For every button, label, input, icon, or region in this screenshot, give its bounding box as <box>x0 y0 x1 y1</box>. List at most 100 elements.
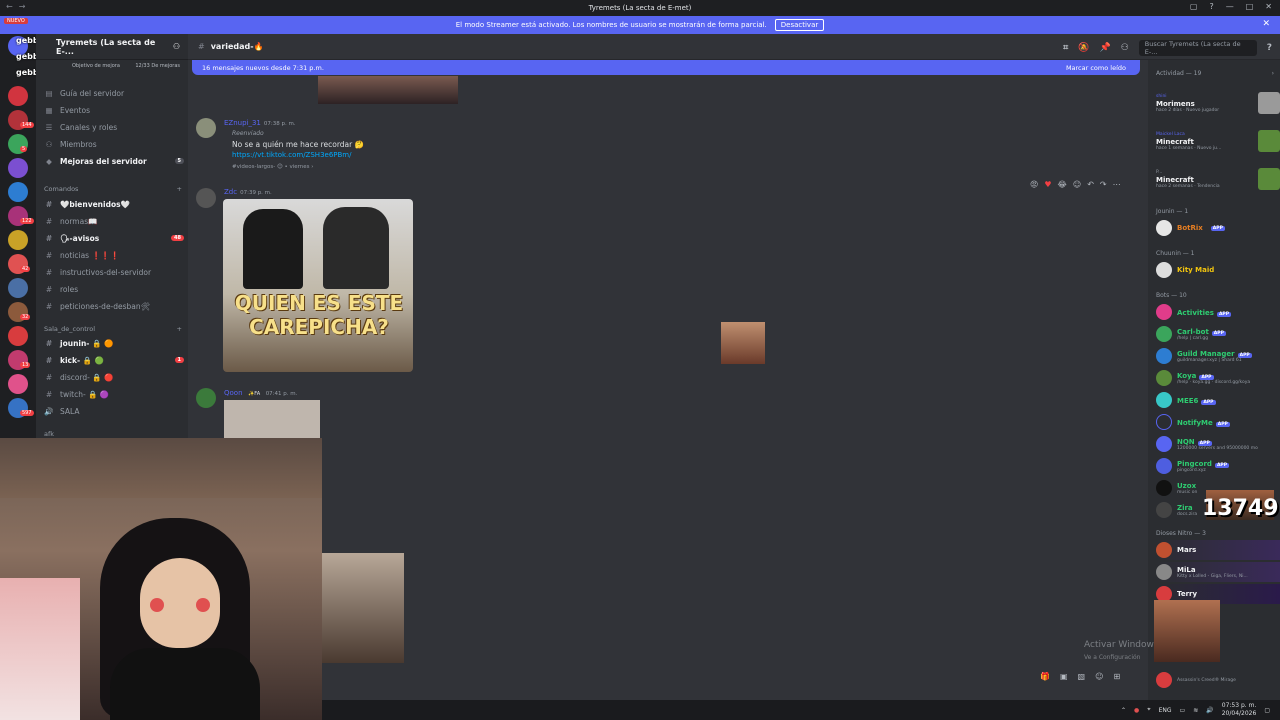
reply-icon[interactable]: ↶ <box>1087 180 1094 189</box>
location-icon[interactable]: ⌖ <box>1147 706 1150 714</box>
help-icon[interactable]: ? <box>1209 2 1213 11</box>
attachment-image[interactable] <box>318 76 458 104</box>
member-item[interactable]: MEE6 APP <box>1156 390 1280 410</box>
channel-item[interactable]: # 🗣-avisos 48 <box>44 230 184 246</box>
threads-icon[interactable]: ⌗ <box>1063 43 1068 53</box>
tray-app-icon[interactable]: ● <box>1134 707 1139 714</box>
reaction-icon[interactable]: 😡 <box>1030 180 1038 189</box>
tray-chevron-icon[interactable]: ⌃ <box>1121 707 1126 714</box>
avatar[interactable] <box>196 118 216 138</box>
server-icon[interactable] <box>8 374 28 394</box>
server-header[interactable]: Tyremets (La secta de E-... ⚇ <box>36 34 188 60</box>
add-channel-icon[interactable]: + <box>177 325 182 333</box>
server-icon[interactable] <box>8 278 28 298</box>
member-item[interactable]: Pingcord APP pingcord.xyz <box>1156 456 1280 476</box>
emoji-icon[interactable]: ☺ <box>1095 672 1103 681</box>
member-item[interactable]: BotRix APP <box>1156 218 1280 238</box>
member-item[interactable]: NotifyMe APP <box>1156 412 1280 432</box>
nav-arrows-icon[interactable]: ←→ <box>6 2 31 11</box>
hash-icon: # <box>45 301 53 311</box>
username[interactable]: Zdc <box>224 188 237 196</box>
wifi-icon[interactable]: ≋ <box>1193 707 1198 714</box>
channels-roles-item[interactable]: ☰ Canales y roles <box>44 119 184 135</box>
deactivate-button[interactable]: Desactivar <box>774 19 825 31</box>
channel-item[interactable]: # 🤍bienvenidos🤍 <box>44 196 184 212</box>
minimize-button[interactable]: — <box>1226 2 1234 11</box>
close-window-button[interactable]: ✕ <box>1265 2 1272 11</box>
image-caption: QUIEN ES ESTE CAREPICHA? <box>234 291 404 339</box>
attachment-image[interactable] <box>224 400 320 438</box>
attachment-image[interactable]: QUIEN ES ESTE CAREPICHA? <box>223 199 413 372</box>
inbox-icon[interactable]: ▢ <box>1190 2 1198 11</box>
member-item[interactable]: NQN APP 1200000 servers and 95000000 mo <box>1156 434 1280 454</box>
apps-icon[interactable]: ⊞ <box>1113 672 1120 681</box>
channel-item[interactable]: # jounin- 🔒 🟠 <box>44 335 184 351</box>
add-reaction-icon[interactable]: ☺ <box>1073 180 1081 189</box>
username[interactable]: Qoon <box>224 389 243 397</box>
language-indicator[interactable]: ENG <box>1159 707 1172 714</box>
server-icon[interactable] <box>8 182 28 202</box>
server-icon[interactable] <box>8 158 28 178</box>
member-item[interactable]: Mars <box>1156 540 1280 560</box>
member-item[interactable]: Kity Maid <box>1156 260 1280 280</box>
channel-item[interactable]: # discord- 🔒 🔴 <box>44 369 184 385</box>
message-link[interactable]: https://vt.tiktok.com/ZSH3e6PBm/ <box>232 151 364 159</box>
volume-icon[interactable]: 🔊 <box>1206 707 1213 714</box>
mark-as-read-button[interactable]: Marcar como leído <box>1066 64 1126 72</box>
channel-item[interactable]: # twitch- 🔒 🟣 <box>44 386 184 402</box>
avatar <box>1156 436 1172 452</box>
channel-item[interactable]: # noticias ❗❗❗ <box>44 247 184 263</box>
server-icon[interactable] <box>8 86 28 106</box>
channel-item[interactable]: # roles <box>44 281 184 297</box>
avatar[interactable] <box>196 188 216 208</box>
notification-icon[interactable]: ▢ <box>1264 707 1270 714</box>
clock[interactable]: 07:53 p. m. 20/04/2026 <box>1222 702 1257 718</box>
add-channel-icon[interactable]: + <box>177 185 182 193</box>
boost-progress[interactable]: Objetivo de mejora 12/33 De mejoras <box>36 60 188 72</box>
help-icon[interactable]: ? <box>1267 43 1272 53</box>
username[interactable]: EZnupi_31 <box>224 119 261 127</box>
member-item[interactable]: Koya APP/help · koya.gg · discord.gg/koya <box>1156 368 1280 388</box>
more-icon[interactable]: ⋯ <box>1113 180 1121 189</box>
voice-channel-item[interactable]: 🔊 SALA <box>44 403 184 419</box>
maximize-button[interactable]: □ <box>1246 2 1254 11</box>
member-item[interactable]: MiLa Kitty x Lolled - Giga, Fliers, Ni... <box>1156 562 1280 582</box>
activity-item[interactable]: shini Morimens hace 2 días · Nuevo jugad… <box>1156 90 1280 116</box>
channel-item[interactable]: # kick- 🔒 🟢 1 <box>44 352 184 368</box>
server-guide-item[interactable]: ▤ Guía del servidor <box>44 85 184 101</box>
channel-item[interactable]: # peticiones-de-desban🛠 <box>44 298 184 314</box>
server-icon[interactable] <box>8 230 28 250</box>
activity-item[interactable]: P... Minecraft hace 2 semanas · Tendenci… <box>1156 166 1280 192</box>
channel-item[interactable]: # normas📖 <box>44 213 184 229</box>
forward-source[interactable]: #videos-largos- 😊 • viernes › <box>232 164 364 170</box>
channel-item[interactable]: # instructivos-del-servidor <box>44 264 184 280</box>
forward-icon[interactable]: ↷ <box>1100 180 1107 189</box>
avatar[interactable] <box>196 388 216 408</box>
member-list-icon[interactable]: ⚇ <box>1121 43 1129 53</box>
search-input[interactable]: Buscar Tyremets (La secta de E-... <box>1138 40 1257 56</box>
activity-item[interactable]: Maickel Laca Minecraft hace 1 semanas · … <box>1156 128 1280 154</box>
category-comandos[interactable]: Comandos + <box>44 185 182 193</box>
category-afk[interactable]: afk <box>44 430 182 438</box>
gift-icon[interactable]: 🎁 <box>1040 672 1050 681</box>
member-item[interactable]: Activities APP <box>1156 302 1280 322</box>
gif-icon[interactable]: ▣ <box>1060 672 1068 681</box>
server-icon[interactable] <box>8 326 28 346</box>
server-boosts-item[interactable]: ◆ Mejoras del servidor 5 <box>44 153 184 169</box>
close-icon[interactable]: ✕ <box>1262 19 1270 29</box>
sticker-icon[interactable]: ▧ <box>1078 672 1086 681</box>
add-member-icon[interactable]: ⚇ <box>173 42 180 51</box>
member-item[interactable]: Guild Manager APP guildmanager.xyz | Shard… <box>1156 346 1280 366</box>
category-sala[interactable]: Sala_de_control + <box>44 325 182 333</box>
member-name: Terry <box>1177 590 1198 598</box>
new-messages-bar[interactable]: 16 mensajes nuevos desde 7:31 p.m. Marca… <box>192 60 1140 75</box>
reaction-icon[interactable]: 😂 <box>1058 180 1067 189</box>
member-item[interactable]: Carl-bot APP/help | carl.gg <box>1156 324 1280 344</box>
mute-icon[interactable]: 🔕 <box>1078 43 1089 53</box>
members-item[interactable]: ⚇ Miembros <box>44 136 184 152</box>
heart-icon[interactable]: ♥ <box>1044 180 1051 189</box>
monitor-icon[interactable]: ▭ <box>1180 707 1186 714</box>
pin-icon[interactable]: 📌 <box>1099 43 1110 53</box>
events-item[interactable]: ▦ Eventos <box>44 102 184 118</box>
member-item[interactable]: Assassin's Creed® Mirage <box>1156 670 1280 690</box>
